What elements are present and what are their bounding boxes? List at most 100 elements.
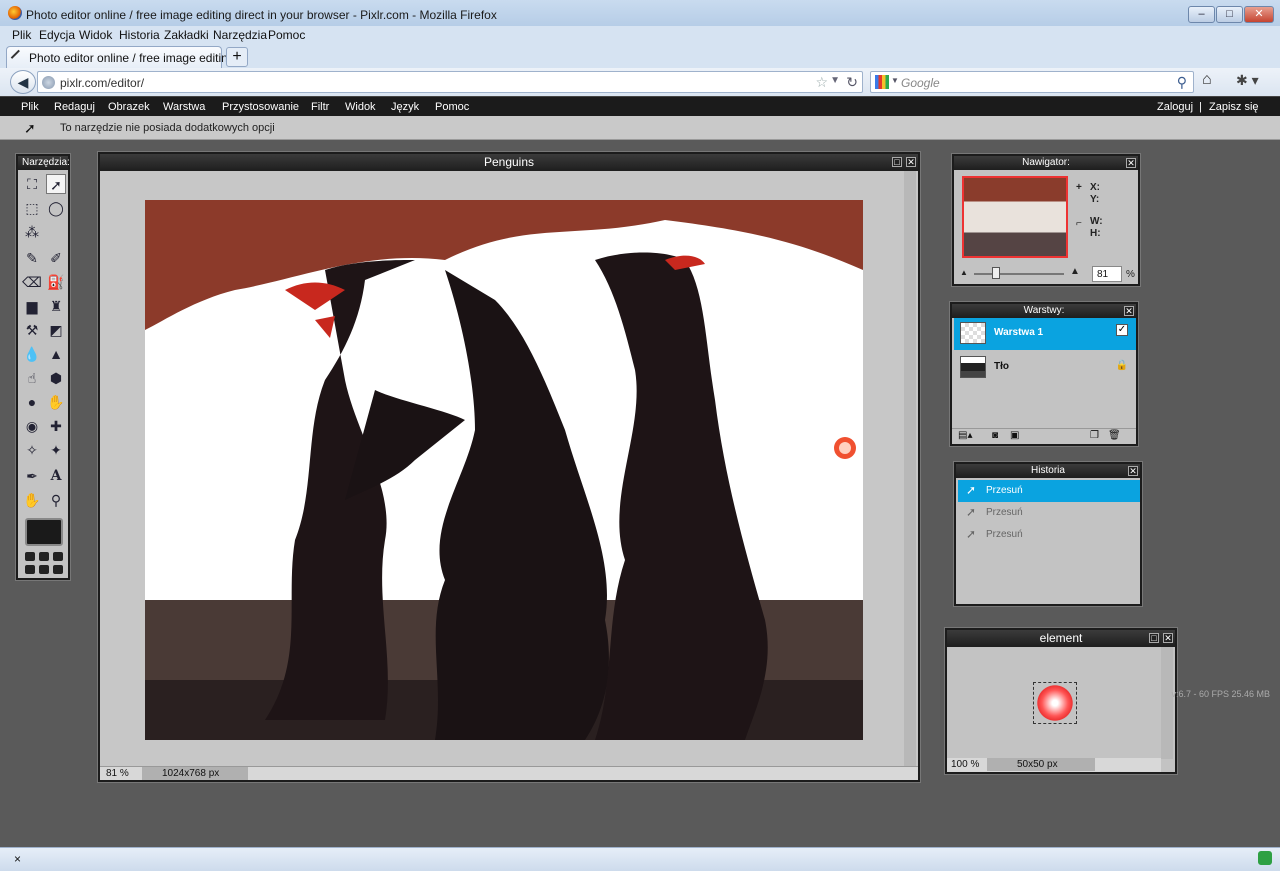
palette-dot[interactable] bbox=[53, 552, 63, 561]
element-scrollbar[interactable] bbox=[1161, 647, 1173, 759]
menu-widok[interactable]: Widok bbox=[79, 28, 112, 42]
vertical-scrollbar[interactable] bbox=[904, 171, 916, 768]
pencil-tool-icon[interactable]: ✎ bbox=[22, 248, 42, 268]
menu-edycja[interactable]: Edycja bbox=[39, 28, 75, 42]
hand-tool-icon[interactable]: ✋ bbox=[22, 490, 42, 510]
home-icon[interactable]: ⌂ bbox=[1202, 71, 1212, 89]
dodge-tool-icon[interactable]: ✋ bbox=[46, 392, 66, 412]
element-close-button[interactable]: ✕ bbox=[1163, 633, 1173, 643]
palette-dot[interactable] bbox=[25, 565, 35, 574]
marquee-tool-icon[interactable]: ⬚ bbox=[22, 198, 42, 218]
clone-stamp-tool-icon[interactable]: ♜ bbox=[46, 296, 66, 316]
pixlr-menu-filtr[interactable]: Filtr bbox=[311, 101, 329, 113]
palette-dot[interactable] bbox=[39, 552, 49, 561]
url-dropdown-icon[interactable]: ▼ bbox=[830, 75, 840, 86]
image-canvas[interactable] bbox=[145, 200, 863, 740]
zoom-slider-handle[interactable] bbox=[992, 267, 1000, 279]
pixlr-menu-przystosowanie[interactable]: Przystosowanie bbox=[222, 101, 299, 113]
addon-icon[interactable]: ✱ ▾ bbox=[1236, 72, 1259, 89]
pinch-tool-icon[interactable]: ✦ bbox=[46, 440, 66, 460]
pixlr-menu-obrazek[interactable]: Obrazek bbox=[108, 101, 150, 113]
gradient-tool-icon[interactable]: ▆ bbox=[22, 296, 42, 316]
layer-visibility-checkbox[interactable]: ✓ bbox=[1116, 324, 1128, 336]
bloat-tool-icon[interactable]: ✧ bbox=[22, 440, 42, 460]
search-bar[interactable]: ▼ Google ⚲ bbox=[870, 71, 1194, 93]
pixlr-menu-warstwa[interactable]: Warstwa bbox=[163, 101, 205, 113]
navigator-thumbnail[interactable] bbox=[962, 176, 1068, 258]
menu-historia[interactable]: Historia bbox=[119, 28, 160, 42]
bucket-tool-icon[interactable]: ⛽ bbox=[46, 272, 66, 292]
reload-icon[interactable]: ↻ bbox=[846, 74, 858, 91]
history-item[interactable]: ➚ Przesuń bbox=[958, 502, 1140, 524]
history-close-button[interactable]: ✕ bbox=[1128, 466, 1138, 476]
bookmark-star-icon[interactable]: ☆ bbox=[815, 74, 828, 91]
layer-settings-icon[interactable]: ▤▴ bbox=[958, 430, 972, 441]
blur-tool-icon[interactable]: 💧 bbox=[22, 344, 42, 364]
document-zoom[interactable]: 81 % bbox=[106, 768, 129, 779]
zoom-slider-track[interactable] bbox=[974, 273, 1064, 275]
navigator-zoom-input[interactable]: 81 bbox=[1092, 266, 1122, 282]
menu-zakladki[interactable]: Zakładki bbox=[164, 28, 209, 42]
minimize-button[interactable]: – bbox=[1188, 6, 1215, 23]
new-layer-icon[interactable]: ❐ bbox=[1090, 430, 1099, 441]
layer-styles-icon[interactable]: ▣ bbox=[1010, 430, 1019, 441]
maximize-button[interactable]: □ bbox=[1216, 6, 1243, 23]
layers-close-button[interactable]: ✕ bbox=[1124, 306, 1134, 316]
type-tool-icon[interactable]: A bbox=[46, 466, 66, 486]
delete-layer-icon[interactable]: 🗑 bbox=[1108, 430, 1121, 441]
close-addon-bar-button[interactable]: × bbox=[14, 852, 21, 866]
palette-dot[interactable] bbox=[39, 565, 49, 574]
color-picker-tool-icon[interactable]: ✒ bbox=[22, 466, 42, 486]
browser-tab[interactable]: Photo editor online / free image editing… bbox=[6, 46, 248, 68]
lasso-tool-icon[interactable]: ◯ bbox=[46, 198, 66, 218]
new-tab-button[interactable]: + bbox=[226, 47, 248, 67]
back-button[interactable]: ◀ bbox=[10, 70, 36, 94]
search-engine-dropdown-icon[interactable]: ▼ bbox=[891, 76, 899, 85]
zoom-in-icon[interactable]: ▲ bbox=[1070, 266, 1080, 277]
pixlr-menu-jezyk[interactable]: Język bbox=[391, 101, 419, 113]
layer-row[interactable]: Tło 🔒 bbox=[954, 352, 1136, 384]
layer-row[interactable]: Warstwa 1 ✓ bbox=[954, 318, 1136, 350]
element-maximize-button[interactable]: □ bbox=[1149, 633, 1159, 643]
layer-mask-icon[interactable]: ◙ bbox=[992, 430, 998, 441]
search-icon[interactable]: ⚲ bbox=[1177, 74, 1187, 91]
layer-name[interactable]: Warstwa 1 bbox=[994, 327, 1043, 338]
history-item[interactable]: ➚ Przesuń bbox=[958, 524, 1140, 546]
drawing-tool-icon[interactable]: ◩ bbox=[46, 320, 66, 340]
pixlr-menu-redaguj[interactable]: Redaguj bbox=[54, 101, 95, 113]
layer-name[interactable]: Tło bbox=[994, 361, 1009, 372]
window-close-button[interactable]: ✕ bbox=[1244, 6, 1274, 23]
eraser-tool-icon[interactable]: ⌫ bbox=[22, 272, 42, 292]
pixlr-menu-widok[interactable]: Widok bbox=[345, 101, 376, 113]
crop-tool-icon[interactable]: ⛶ bbox=[22, 174, 42, 194]
navigator-close-button[interactable]: ✕ bbox=[1126, 158, 1136, 168]
pixlr-menu-plik[interactable]: Plik bbox=[21, 101, 39, 113]
brush-tool-icon[interactable]: ✐ bbox=[46, 248, 66, 268]
menu-pomoc[interactable]: Pomoc bbox=[268, 28, 305, 42]
login-link[interactable]: Zaloguj bbox=[1157, 101, 1193, 113]
zoom-tool-icon[interactable]: ⚲ bbox=[46, 490, 66, 510]
pixlr-menu-pomoc[interactable]: Pomoc bbox=[435, 101, 469, 113]
red-eye-tool-icon[interactable]: ◉ bbox=[22, 416, 42, 436]
history-item[interactable]: ➚ Przesuń bbox=[958, 480, 1140, 502]
element-preview[interactable] bbox=[1033, 682, 1077, 724]
wand-tool-icon[interactable]: ⁂ bbox=[22, 222, 42, 242]
palette-dot[interactable] bbox=[25, 552, 35, 561]
sponge-tool-icon[interactable]: ⬢ bbox=[46, 368, 66, 388]
document-maximize-button[interactable]: □ bbox=[892, 157, 902, 167]
foreground-color-swatch[interactable] bbox=[25, 518, 63, 546]
zoom-out-icon[interactable]: ▲ bbox=[960, 268, 968, 277]
sharpen-tool-icon[interactable]: ▲ bbox=[46, 344, 66, 364]
document-zoom-value[interactable]: 81 bbox=[106, 768, 117, 779]
spot-heal-tool-icon[interactable]: ✚ bbox=[46, 416, 66, 436]
element-zoom[interactable]: 100 % bbox=[951, 759, 979, 770]
menu-narzedzia[interactable]: Narzędzia bbox=[213, 28, 267, 42]
palette-dot[interactable] bbox=[53, 565, 63, 574]
menu-plik[interactable]: Plik bbox=[12, 28, 31, 42]
signup-link[interactable]: Zapisz się bbox=[1209, 101, 1259, 113]
move-tool-button[interactable]: ➚ bbox=[46, 174, 66, 194]
element-zoom-value[interactable]: 100 bbox=[951, 759, 968, 770]
smudge-tool-icon[interactable]: ☝ bbox=[22, 368, 42, 388]
document-close-button[interactable]: ✕ bbox=[906, 157, 916, 167]
color-replace-tool-icon[interactable]: ⚒ bbox=[22, 320, 42, 340]
